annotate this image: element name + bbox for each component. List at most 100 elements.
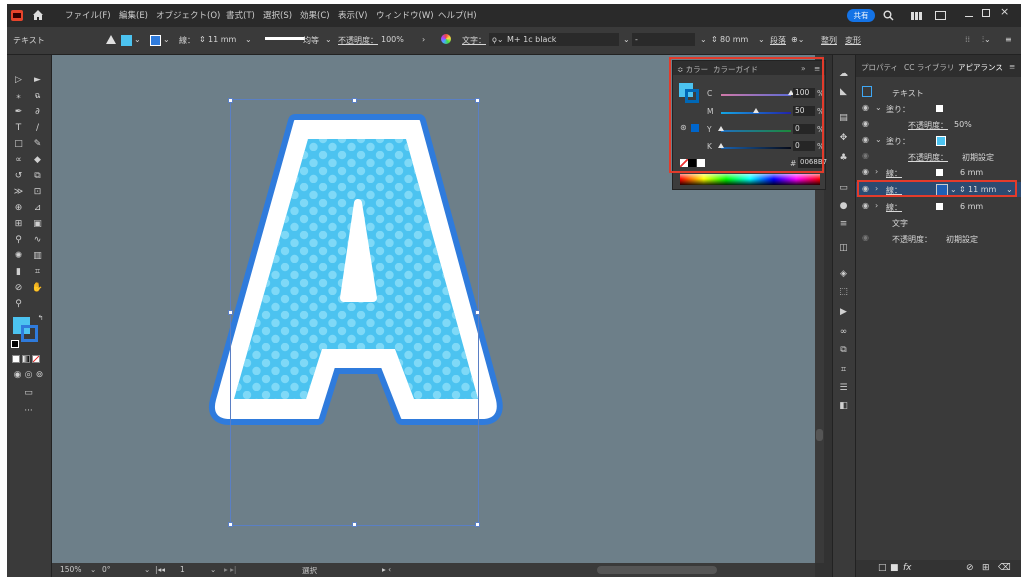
restore-icon[interactable] — [982, 9, 990, 17]
stroke-profile-label[interactable]: 均等 — [303, 35, 319, 46]
stroke-profile-preview[interactable] — [265, 37, 305, 40]
none-mode-icon[interactable] — [32, 355, 40, 363]
character-label[interactable]: 文字： — [462, 35, 486, 46]
appearance-row-opacity[interactable]: ◉ 不透明度： 50% — [856, 117, 1021, 132]
opacity-value[interactable]: 100% — [381, 35, 404, 44]
width-tool-icon[interactable]: ≫ — [12, 187, 25, 198]
libraries-icon[interactable]: ☁ — [838, 69, 849, 79]
chevron-down-icon[interactable]: ⌄ — [90, 565, 96, 574]
stroke-link[interactable]: 線： — [886, 202, 902, 213]
transform-handle[interactable] — [475, 98, 480, 103]
stroke-swatch-white[interactable] — [936, 203, 943, 210]
menu-effect[interactable]: 効果(C) — [300, 9, 330, 21]
chevron-down-icon[interactable]: ⌄ — [758, 35, 765, 44]
appearance-row-opacity-2[interactable]: ◉ 不透明度： 初期設定 — [856, 149, 1021, 164]
transform-handle[interactable] — [352, 522, 357, 527]
gradient-mode-icon[interactable] — [22, 355, 30, 363]
chevron-down-icon[interactable]: ⌄ — [163, 35, 170, 44]
tab-color[interactable]: ≎ カラー — [677, 64, 708, 75]
transform-link[interactable]: 変形 — [845, 35, 861, 46]
font-size-value[interactable]: 80 mm — [720, 35, 748, 44]
fill-swatch-blue[interactable] — [936, 136, 946, 146]
black-value[interactable]: 0 — [793, 141, 815, 151]
hand-tool-icon[interactable]: ✋ — [31, 283, 44, 294]
chevron-down-icon[interactable]: ⌄ — [325, 35, 332, 44]
visibility-eye-icon[interactable]: ◉ — [862, 120, 870, 128]
color-mode-icon[interactable] — [12, 355, 20, 363]
close-icon[interactable]: × — [1000, 6, 1010, 17]
stroke-swatch[interactable] — [21, 325, 38, 342]
none-color-swatch[interactable] — [680, 159, 688, 167]
visibility-eye-icon[interactable]: ◉ — [862, 202, 870, 210]
recolor-icon[interactable] — [441, 34, 451, 44]
opacity-label[interactable]: 不透明度： — [338, 35, 378, 46]
cyan-value[interactable]: 100 — [793, 88, 815, 98]
magic-wand-tool-icon[interactable]: ⁎ — [12, 91, 25, 102]
more-tools-icon[interactable]: ··· — [22, 406, 35, 417]
stroke-link[interactable]: 線： — [886, 185, 902, 196]
transform-panel-icon[interactable]: ⌗ — [838, 365, 849, 375]
stroke-width-value[interactable]: 11 mm — [968, 185, 996, 194]
menu-help[interactable]: ヘルプ(H) — [438, 9, 477, 21]
layers-icon[interactable]: ◈ — [838, 269, 849, 279]
font-style-field[interactable]: - — [632, 33, 695, 46]
rotation-value[interactable]: 0° — [102, 565, 111, 574]
stroke-width-value[interactable]: 11 mm — [208, 35, 236, 44]
status-menu-icon[interactable]: ▸ ‹ — [382, 565, 391, 574]
minimize-icon[interactable] — [965, 10, 973, 17]
yellow-value[interactable]: 0 — [793, 124, 815, 134]
visibility-eye-icon[interactable]: ◉ — [862, 104, 870, 112]
stroke-panel-icon[interactable]: ▭ — [838, 183, 849, 193]
panel-menu-icon[interactable]: ≡ — [814, 64, 820, 73]
trash-icon[interactable]: ⌫ — [998, 563, 1011, 573]
stroke-link[interactable]: 線： — [886, 168, 902, 179]
menu-view[interactable]: 表示(V) — [338, 9, 367, 21]
tab-cc-libraries[interactable]: CC ライブラリ — [904, 62, 954, 73]
rotate-tool-icon[interactable]: ↺ — [12, 171, 25, 182]
chevron-down-icon[interactable]: ⌄ — [875, 135, 882, 144]
type-tool-icon[interactable]: T — [12, 123, 25, 134]
visibility-eye-icon[interactable]: ◉ — [862, 152, 870, 160]
cyan-track[interactable] — [721, 94, 791, 96]
menu-select[interactable]: 選択(S) — [263, 9, 292, 21]
chevron-down-icon[interactable]: ⌄ — [700, 35, 707, 44]
chevron-down-icon[interactable]: ⌄ — [144, 565, 150, 574]
search-icon[interactable] — [883, 10, 894, 21]
eyedropper-tool-icon[interactable]: ⚲ — [12, 235, 25, 246]
chevron-down-icon[interactable]: ⌄ — [245, 35, 252, 44]
tab-properties[interactable]: プロパティ — [861, 62, 898, 73]
appearance-panel-icon[interactable]: ◫ — [838, 243, 849, 253]
stroke-color-swatch[interactable] — [150, 35, 161, 46]
appearance-row-fill-2[interactable]: ◉ ⌄ 塗り： — [856, 133, 1021, 148]
stroke-swatch-white[interactable] — [936, 169, 943, 176]
menu-object[interactable]: オブジェクト(O) — [156, 9, 220, 21]
align-panel-icon[interactable]: ☰ — [838, 383, 849, 393]
appearance-row-object[interactable]: テキスト — [856, 85, 1021, 100]
black-color-swatch[interactable] — [688, 159, 696, 167]
transform-handle[interactable] — [475, 310, 480, 315]
share-button[interactable]: 共有 — [847, 9, 875, 22]
transform-handle[interactable] — [228, 310, 233, 315]
swap-colors-icon[interactable]: ↰ — [34, 313, 47, 324]
artboard-number[interactable]: 1 — [180, 565, 185, 574]
appearance-row-fill[interactable]: ◉ ⌄ 塗り： — [856, 101, 1021, 116]
zoom-tool-icon[interactable]: ⚲ — [12, 299, 25, 310]
arrange-documents-icon[interactable] — [911, 12, 923, 20]
black-thumb[interactable] — [718, 143, 724, 148]
tab-color-guide[interactable]: カラーガイド — [713, 64, 758, 75]
globe-icon[interactable]: ⊕⌄ — [791, 35, 804, 44]
graph-tool-icon[interactable]: ▥ — [31, 251, 44, 262]
selection-bounding-box[interactable] — [230, 99, 479, 526]
curvature-tool-icon[interactable]: ∂ — [31, 107, 44, 118]
chevron-down-icon[interactable]: ⌄ — [134, 35, 141, 44]
first-artboard-icon[interactable]: |◂◂ — [155, 565, 165, 574]
transform-handle[interactable] — [228, 522, 233, 527]
eraser-tool-icon[interactable]: ◆ — [31, 155, 44, 166]
font-name-field[interactable]: ϙ⌄ M+ 1c black — [489, 33, 619, 46]
perspective-grid-tool-icon[interactable]: ⊿ — [31, 203, 44, 214]
add-fill-icon[interactable]: ■ — [890, 563, 899, 573]
add-effect-icon[interactable]: fx — [903, 563, 912, 573]
selection-tool-icon[interactable]: ▷ — [12, 75, 25, 86]
yellow-track[interactable] — [721, 130, 791, 132]
home-icon[interactable] — [32, 9, 44, 21]
